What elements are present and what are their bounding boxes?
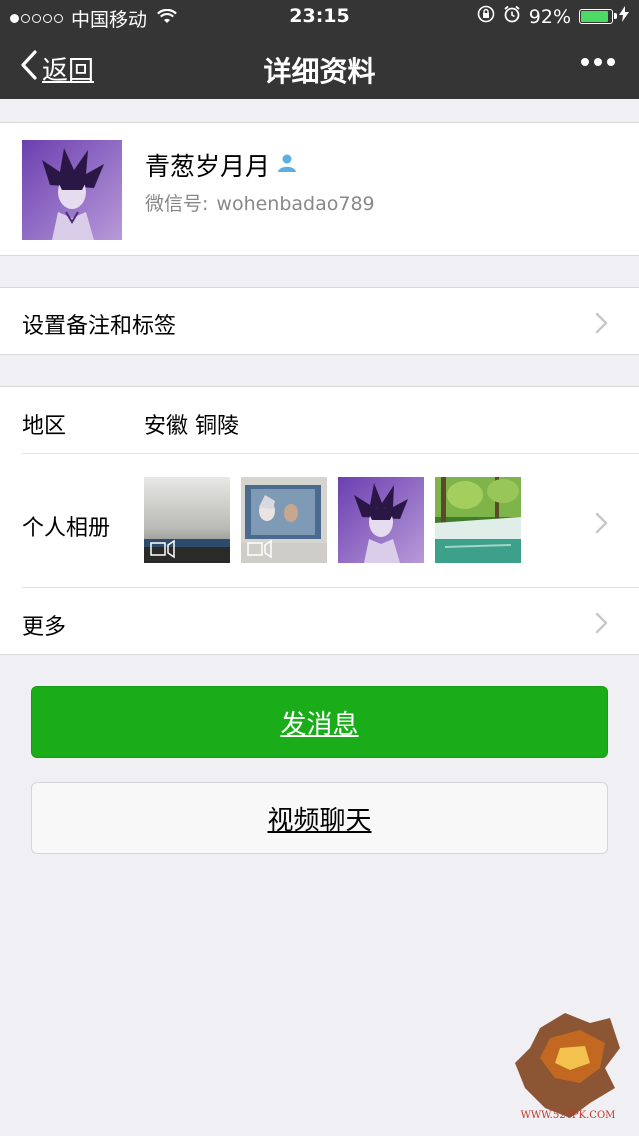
divider: [22, 453, 639, 454]
chevron-right-icon: [595, 312, 609, 338]
rotation-lock-icon: [477, 5, 495, 28]
send-message-button[interactable]: 发消息: [31, 686, 608, 758]
dot-icon: [594, 58, 602, 66]
divider: [22, 587, 639, 588]
charging-bolt-icon: [619, 6, 629, 27]
avatar[interactable]: [22, 140, 122, 240]
chevron-right-icon: [595, 612, 609, 638]
wechat-id-row: 微信号: wohenbadao789: [145, 189, 375, 216]
video-chat-button[interactable]: 视频聊天: [31, 782, 608, 854]
dot-icon: [607, 58, 615, 66]
album-thumbnails: [144, 477, 532, 563]
region-label: 地区: [22, 414, 67, 439]
more-label: 更多: [22, 615, 67, 640]
personal-album-label: 个人相册: [22, 516, 111, 541]
dot-icon: [581, 58, 589, 66]
gender-person-icon: [276, 151, 298, 180]
alarm-icon: [503, 5, 521, 28]
status-right: 92%: [469, 5, 629, 28]
watermark-url: WWW.527PK.COM: [521, 1110, 616, 1121]
chevron-right-icon: [595, 512, 609, 538]
page-title: 详细资料: [263, 55, 376, 88]
profile-card[interactable]: 青葱岁月月 微信号: wohenbadao789: [0, 122, 639, 256]
set-remark-label: 设置备注和标签: [22, 314, 177, 339]
wechat-id-value: wohenbadao789: [216, 193, 375, 215]
set-remark-row[interactable]: 设置备注和标签: [0, 287, 639, 355]
navigation-bar: 返回 详细资料: [0, 36, 639, 99]
album-thumbnail-video: [144, 477, 230, 563]
site-watermark-logo: WWW.527PK.COM: [510, 1008, 630, 1128]
status-bar: 中国移动 23:15 92%: [0, 0, 639, 36]
display-name: 青葱岁月月: [145, 152, 271, 181]
wechat-id-label: 微信号:: [145, 193, 209, 215]
album-thumbnail-photo: [338, 477, 424, 563]
info-card: 地区 安徽 铜陵 个人相册 更多: [0, 386, 639, 655]
region-value: 安徽 铜陵: [144, 414, 239, 439]
battery-icon: [579, 9, 617, 24]
more-options-button[interactable]: [576, 58, 615, 66]
battery-percent: 92%: [528, 5, 571, 28]
album-thumbnail-video: [241, 477, 327, 563]
name-row: 青葱岁月月: [145, 147, 298, 183]
album-thumbnail-photo: [435, 477, 521, 563]
